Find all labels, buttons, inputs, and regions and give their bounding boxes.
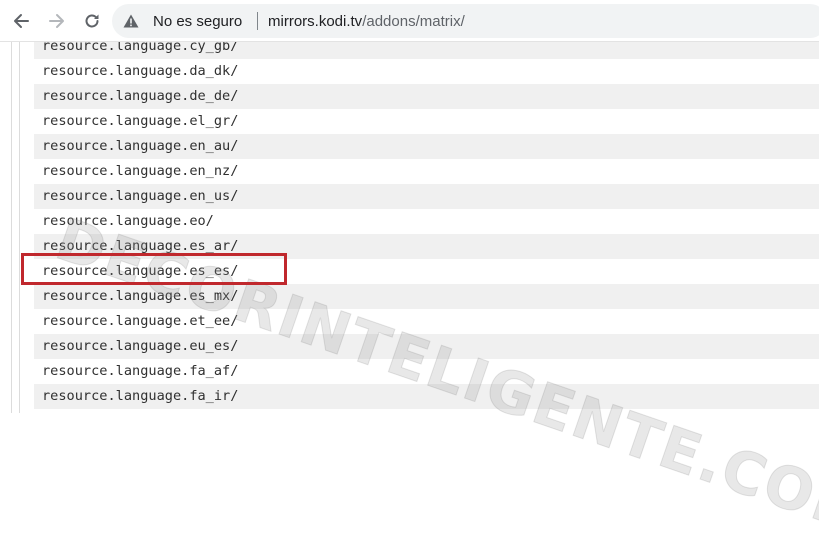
directory-link[interactable]: resource.language.fa_af/ <box>34 359 819 384</box>
arrow-right-icon <box>49 14 64 28</box>
directory-link[interactable]: resource.language.de_de/ <box>34 84 819 109</box>
security-status-label[interactable]: No es seguro <box>153 13 242 30</box>
left-border <box>11 42 12 413</box>
directory-link[interactable]: resource.language.en_au/ <box>34 134 819 159</box>
left-border-inner <box>19 42 20 413</box>
directory-link[interactable]: resource.language.cy_gb/ <box>34 42 819 59</box>
directory-link[interactable]: resource.language.fa_ir/ <box>34 384 819 409</box>
directory-listing: resource.language.cy_gb/resource.languag… <box>34 42 819 413</box>
directory-link[interactable]: resource.language.es_es/ <box>34 259 819 284</box>
back-button[interactable] <box>8 8 34 34</box>
directory-link[interactable]: resource.language.es_mx/ <box>34 284 819 309</box>
warning-triangle-icon[interactable] <box>123 14 139 28</box>
directory-link[interactable]: resource.language.en_nz/ <box>34 159 819 184</box>
directory-link[interactable]: resource.language.et_ee/ <box>34 309 819 334</box>
url-host: mirrors.kodi.tv <box>268 13 363 30</box>
address-separator <box>257 12 258 30</box>
reload-icon <box>85 14 99 28</box>
address-bar[interactable]: No es seguro mirrors.kodi.tv/addons/matr… <box>112 4 819 38</box>
directory-link[interactable]: resource.language.eu_es/ <box>34 334 819 359</box>
directory-link[interactable]: resource.language.eo/ <box>34 209 819 234</box>
directory-link[interactable]: resource.language.es_ar/ <box>34 234 819 259</box>
browser-toolbar: No es seguro mirrors.kodi.tv/addons/matr… <box>0 0 819 42</box>
url-path: /addons/matrix/ <box>362 13 465 30</box>
url-text[interactable]: mirrors.kodi.tv/addons/matrix/ <box>268 13 465 30</box>
directory-link[interactable]: resource.language.el_gr/ <box>34 109 819 134</box>
directory-link[interactable]: resource.language.fi_fi/ <box>34 409 819 413</box>
forward-button[interactable] <box>44 8 70 34</box>
directory-link[interactable]: resource.language.en_us/ <box>34 184 819 209</box>
page-content: resource.language.cy_gb/resource.languag… <box>0 42 819 413</box>
reload-button[interactable] <box>79 8 105 34</box>
arrow-left-icon <box>14 14 29 28</box>
directory-link[interactable]: resource.language.da_dk/ <box>34 59 819 84</box>
